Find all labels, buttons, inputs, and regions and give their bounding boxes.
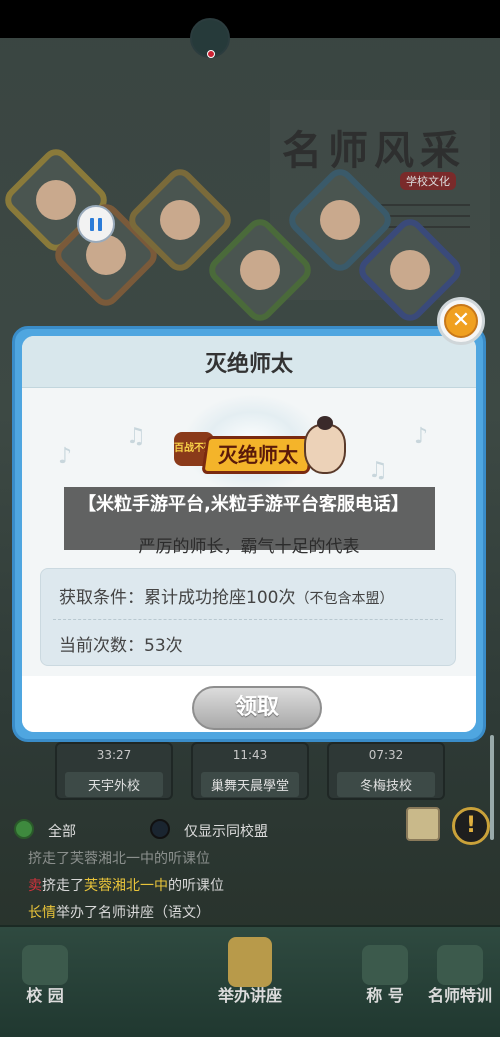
badge-area: ♪ ♫ ♪ ♫ 百战不殆 灭绝师太: [22, 388, 476, 498]
divider: [53, 619, 443, 620]
condition-note: （不包含本盟）: [295, 591, 394, 607]
claim-area: 领取: [22, 676, 476, 732]
condition-row: 获取条件：累计成功抢座100次（不包含本盟）: [59, 583, 393, 608]
close-button[interactable]: ✕: [437, 297, 485, 345]
music-note-icon: ♪: [58, 444, 73, 469]
modal-title: 灭绝师太: [204, 352, 293, 377]
badge-nameplate: 灭绝师太: [201, 436, 315, 474]
music-note-icon: ♫: [368, 458, 388, 483]
modal-header: 灭绝师太: [22, 336, 476, 388]
close-icon: ✕: [444, 304, 478, 338]
teacher-character-icon: [304, 416, 346, 474]
title-badge: 百战不殆 灭绝师太: [174, 416, 350, 476]
music-note-icon: ♪: [414, 424, 429, 449]
watermark-caption: 【米粒手游平台,米粒手游平台客服电话】: [64, 487, 435, 550]
claim-button[interactable]: 领取: [192, 686, 322, 730]
condition-box: 获取条件：累计成功抢座100次（不包含本盟） 当前次数：53次: [40, 568, 456, 666]
condition-label: 获取条件：累计成功抢座100次: [59, 588, 296, 608]
music-note-icon: ♫: [126, 424, 146, 449]
status-area: [0, 0, 500, 38]
current-count: 当前次数：53次: [59, 636, 183, 656]
